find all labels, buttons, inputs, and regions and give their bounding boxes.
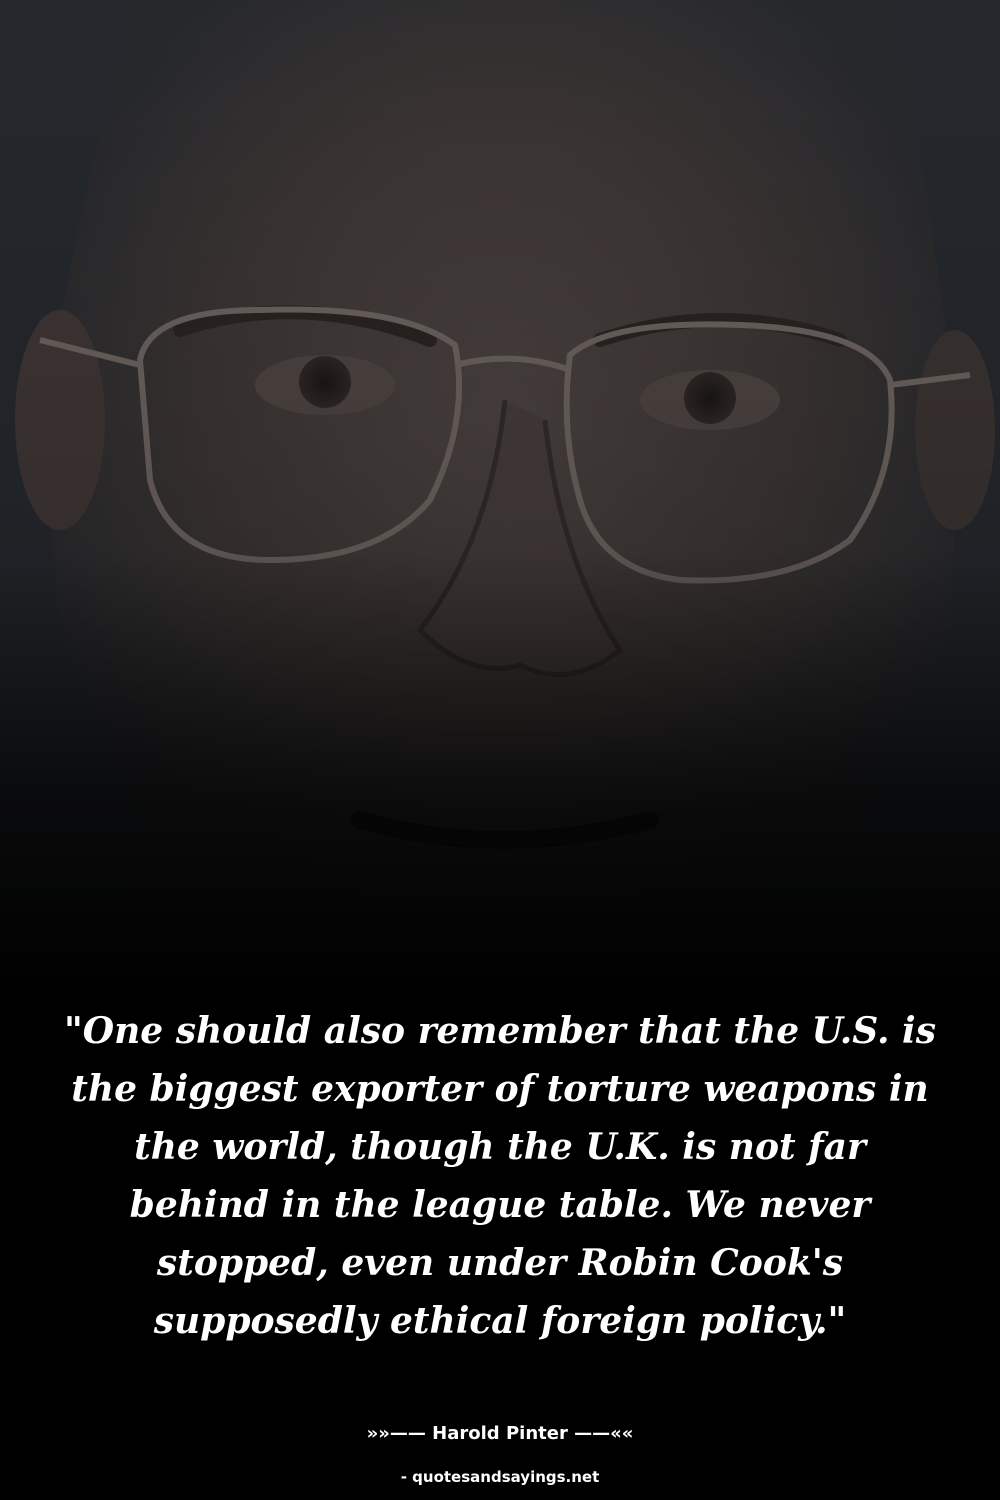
author-attribution: »»—— Harold Pinter ——«« [366, 1423, 634, 1444]
quote-card: "One should also remember that the U.S. … [0, 0, 1000, 1500]
quote-text: "One should also remember that the U.S. … [64, 1010, 936, 1342]
source-watermark: - quotesandsayings.net [400, 1468, 600, 1486]
portrait-photo [0, 0, 1000, 1000]
